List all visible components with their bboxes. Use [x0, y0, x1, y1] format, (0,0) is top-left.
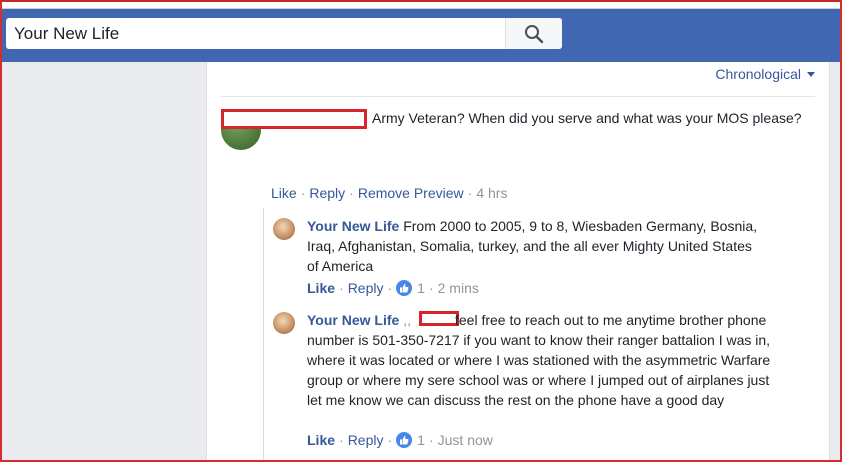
mention-prefix: ,, [403, 312, 411, 328]
reply-text-block: Your New Life ,, feel free to reach out t… [307, 310, 787, 410]
divider [221, 96, 815, 97]
reply-author[interactable]: Your New Life [307, 312, 399, 328]
like-link[interactable]: Like [307, 280, 335, 296]
reply-author[interactable]: Your New Life [307, 218, 399, 234]
browser-top-strip [0, 0, 842, 9]
left-column [0, 62, 206, 462]
reply-text-block: Your New Life From 2000 to 2005, 9 to 8,… [307, 216, 767, 276]
action-separator: · [339, 280, 344, 296]
like-link[interactable]: Like [307, 432, 335, 448]
comments-panel: Chronological Army Veteran? When did you… [206, 62, 830, 462]
reply-timestamp[interactable]: Just now [438, 432, 493, 448]
search-box [6, 18, 562, 49]
reply-actions: Like · Reply · 1 · 2 mins [307, 280, 479, 296]
action-separator: · [428, 280, 434, 296]
action-separator: · [387, 432, 393, 448]
reply-avatar[interactable] [273, 218, 295, 240]
reply-link[interactable]: Reply [348, 280, 384, 296]
action-separator: · [339, 432, 344, 448]
reply-timestamp[interactable]: 2 mins [438, 280, 479, 296]
like-link[interactable]: Like [271, 185, 297, 201]
thumbs-up-icon[interactable] [396, 432, 413, 448]
reply-link[interactable]: Reply [348, 432, 384, 448]
reply-link[interactable]: Reply [309, 185, 345, 201]
comment-text: Army Veteran? When did you serve and wha… [372, 110, 802, 126]
action-separator: · [387, 280, 393, 296]
action-separator: · [300, 185, 306, 201]
thumbs-up-icon[interactable] [396, 280, 413, 296]
reply-avatar[interactable] [273, 312, 295, 334]
reply-thread-line [263, 208, 264, 462]
right-column [829, 62, 842, 462]
search-input[interactable] [6, 18, 502, 49]
sort-dropdown[interactable]: Chronological [715, 66, 815, 82]
comment-timestamp[interactable]: 4 hrs [476, 185, 507, 201]
action-separator: · [428, 432, 434, 448]
reaction-count[interactable]: 1 [417, 432, 425, 448]
reply-actions: Like · Reply · 1 · Just now [307, 432, 493, 448]
comment-actions: Like · Reply · Remove Preview · 4 hrs [271, 185, 507, 201]
remove-preview-link[interactable]: Remove Preview [358, 185, 464, 201]
reaction-count[interactable]: 1 [417, 280, 425, 296]
action-separator: · [349, 185, 354, 201]
search-button[interactable] [505, 18, 562, 49]
search-icon [525, 24, 544, 43]
action-separator: · [467, 185, 473, 201]
chevron-down-icon [807, 71, 815, 77]
sort-label: Chronological [715, 66, 801, 82]
